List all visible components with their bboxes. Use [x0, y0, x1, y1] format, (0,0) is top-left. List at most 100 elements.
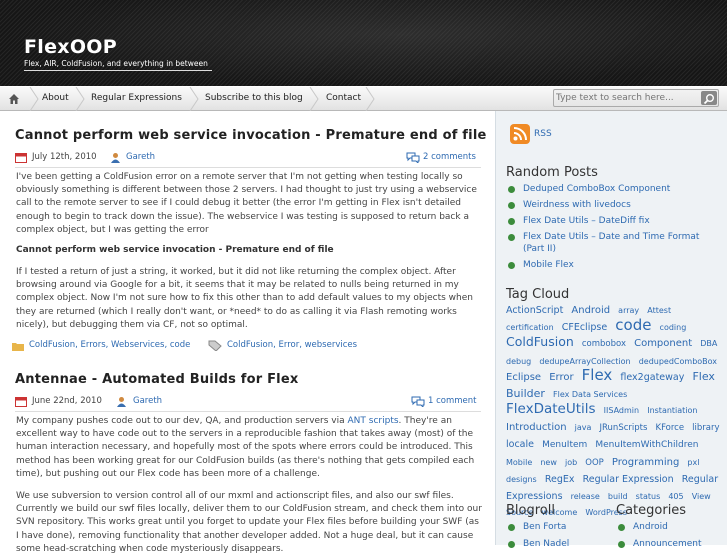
- rss-link[interactable]: RSS: [534, 129, 552, 139]
- tag-cloud-link[interactable]: Builder: [506, 387, 545, 400]
- post-paragraph: My company pushes code out to our dev, Q…: [16, 415, 484, 481]
- post-title[interactable]: Antennae - Automated Builds for Flex: [15, 372, 298, 387]
- tag-cloud-link[interactable]: Flex Data Services: [553, 390, 627, 399]
- tag-cloud-link[interactable]: coding: [660, 323, 687, 332]
- tag-cloud-link[interactable]: job: [565, 458, 577, 467]
- nav-separator: [309, 87, 319, 111]
- post-meta: June 22nd, 2010 Gareth 1 comment: [15, 394, 481, 412]
- random-post-link[interactable]: Flex Date Utils – DateDiff fix: [523, 215, 723, 227]
- nav-separator: [29, 87, 39, 111]
- tag-cloud-link[interactable]: KForce: [656, 423, 685, 433]
- tag-cloud-link[interactable]: Component: [634, 338, 692, 349]
- tag-cloud-link[interactable]: combobox: [582, 339, 626, 349]
- tag-cloud-link[interactable]: View: [692, 492, 711, 501]
- tag-cloud-link[interactable]: Introduction: [506, 422, 567, 433]
- post-tags[interactable]: ColdFusion, Error, webservices: [227, 340, 357, 350]
- sidebar: RSS Random Posts Deduped ComboBox Compon…: [495, 111, 727, 549]
- tag-cloud-link[interactable]: JRunScripts: [600, 423, 648, 433]
- random-post-link[interactable]: Weirdness with livedocs: [523, 199, 723, 211]
- site-title[interactable]: FlexOOP: [24, 36, 117, 58]
- nav-about[interactable]: About: [42, 87, 69, 111]
- tag-cloud-link[interactable]: 405: [668, 492, 683, 501]
- rss-icon[interactable]: [510, 124, 530, 148]
- tag-cloud-link[interactable]: OOP: [585, 458, 604, 468]
- nav-regular-expressions[interactable]: Regular Expressions: [91, 87, 182, 111]
- search-input[interactable]: [556, 91, 700, 105]
- tag-cloud-link[interactable]: dedupedComboBox: [639, 357, 717, 366]
- post-title[interactable]: Cannot perform web service invocation - …: [15, 128, 487, 143]
- nav-subscribe[interactable]: Subscribe to this blog: [205, 87, 303, 111]
- tag-cloud-link[interactable]: Mobile: [506, 458, 532, 467]
- tag-cloud-link[interactable]: CFEclipse: [562, 322, 607, 333]
- nav-contact[interactable]: Contact: [326, 87, 361, 111]
- tag-cloud-link[interactable]: RegEx: [545, 474, 575, 485]
- category-link[interactable]: Android: [633, 521, 668, 533]
- tag-cloud-link[interactable]: Flex: [582, 366, 613, 384]
- ant-scripts-link[interactable]: ANT scripts: [348, 416, 399, 426]
- tag-cloud-link[interactable]: new: [540, 458, 557, 467]
- tag-cloud-link[interactable]: Regular: [682, 474, 718, 485]
- post-categories[interactable]: ColdFusion, Errors, Webservices, code: [29, 340, 190, 350]
- site-header: FlexOOP Flex, AIR, ColdFusion, and every…: [0, 0, 727, 86]
- tag-cloud-link[interactable]: designs: [506, 475, 537, 484]
- tag-cloud-link[interactable]: Error: [549, 372, 573, 383]
- categories-heading: Categories: [616, 503, 687, 518]
- tag-cloud-link[interactable]: MenuItemWithChildren: [595, 440, 698, 450]
- tag-cloud-link[interactable]: IISAdmin: [604, 406, 639, 415]
- blogroll-heading: Blogroll: [506, 503, 555, 518]
- bullet-icon: [618, 524, 625, 531]
- post-author[interactable]: Gareth: [133, 396, 162, 406]
- post-subheading: Cannot perform web service invocation - …: [16, 245, 334, 255]
- post-author[interactable]: Gareth: [126, 152, 155, 162]
- blogroll-link[interactable]: Ben Nadel: [523, 538, 569, 550]
- random-post-link[interactable]: Mobile Flex: [523, 259, 723, 271]
- blogroll-link[interactable]: Ben Forta: [523, 521, 566, 533]
- tag-cloud-link[interactable]: library: [692, 423, 719, 433]
- tag-cloud-heading: Tag Cloud: [506, 287, 570, 302]
- tag-cloud-link[interactable]: Expressions: [506, 491, 563, 502]
- home-icon[interactable]: [8, 87, 24, 111]
- bullet-icon: [508, 202, 515, 209]
- calendar-icon: [15, 152, 27, 166]
- tag-cloud-link[interactable]: locale: [506, 439, 534, 450]
- tag-cloud-link[interactable]: Programming: [612, 457, 679, 468]
- nav-separator: [365, 87, 375, 111]
- post-date: June 22nd, 2010: [32, 396, 102, 406]
- tag-cloud-link[interactable]: DBA: [700, 339, 717, 348]
- post-comments-link[interactable]: 2 comments: [423, 152, 476, 162]
- comments-icon: [411, 396, 425, 410]
- tag-cloud-link[interactable]: Eclipse: [506, 372, 541, 383]
- author-icon: [116, 396, 127, 410]
- post-meta: July 12th, 2010 Gareth 2 comments: [15, 150, 481, 168]
- tag-cloud-link[interactable]: certification: [506, 323, 554, 332]
- tag-cloud-link[interactable]: Instantiation: [647, 406, 697, 415]
- tag-cloud-link[interactable]: Flex: [692, 370, 714, 383]
- random-post-link[interactable]: Flex Date Utils – Date and Time Format (…: [523, 231, 718, 255]
- tag-cloud-link[interactable]: ColdFusion: [506, 334, 574, 349]
- tag-cloud-link[interactable]: java: [575, 423, 592, 432]
- tag-cloud-link[interactable]: array: [618, 306, 639, 315]
- tag-cloud-link[interactable]: Android: [571, 305, 610, 316]
- tag-cloud-link[interactable]: MenuItem: [542, 440, 587, 450]
- tag-cloud-link[interactable]: Attest: [647, 306, 671, 315]
- tag-cloud-link[interactable]: FlexDateUtils: [506, 401, 596, 417]
- tag-cloud-link[interactable]: build: [608, 492, 628, 501]
- tag-icon: [208, 340, 222, 354]
- tag-cloud: ActionScript Android array Attest certif…: [506, 301, 724, 520]
- tag-cloud-link[interactable]: release: [571, 492, 600, 501]
- post-comments-link[interactable]: 1 comment: [428, 396, 477, 406]
- category-link[interactable]: Announcement: [633, 538, 702, 550]
- tag-cloud-link[interactable]: dedupeArrayCollection: [539, 357, 630, 366]
- tag-cloud-link[interactable]: code: [615, 316, 651, 334]
- post-date: July 12th, 2010: [32, 152, 97, 162]
- tag-cloud-link[interactable]: debug: [506, 357, 531, 366]
- search-icon: [703, 94, 714, 105]
- tag-cloud-link[interactable]: flex2gateway: [620, 372, 684, 383]
- tag-cloud-link[interactable]: Regular Expression: [583, 474, 674, 485]
- search-button[interactable]: [701, 91, 717, 105]
- tag-cloud-link[interactable]: status: [636, 492, 661, 501]
- post-paragraph: I've been getting a ColdFusion error on …: [16, 172, 477, 235]
- tag-cloud-link[interactable]: ActionScript: [506, 305, 563, 316]
- random-post-link[interactable]: Deduped ComboBox Component: [523, 183, 723, 195]
- tag-cloud-link[interactable]: pxl: [687, 458, 699, 467]
